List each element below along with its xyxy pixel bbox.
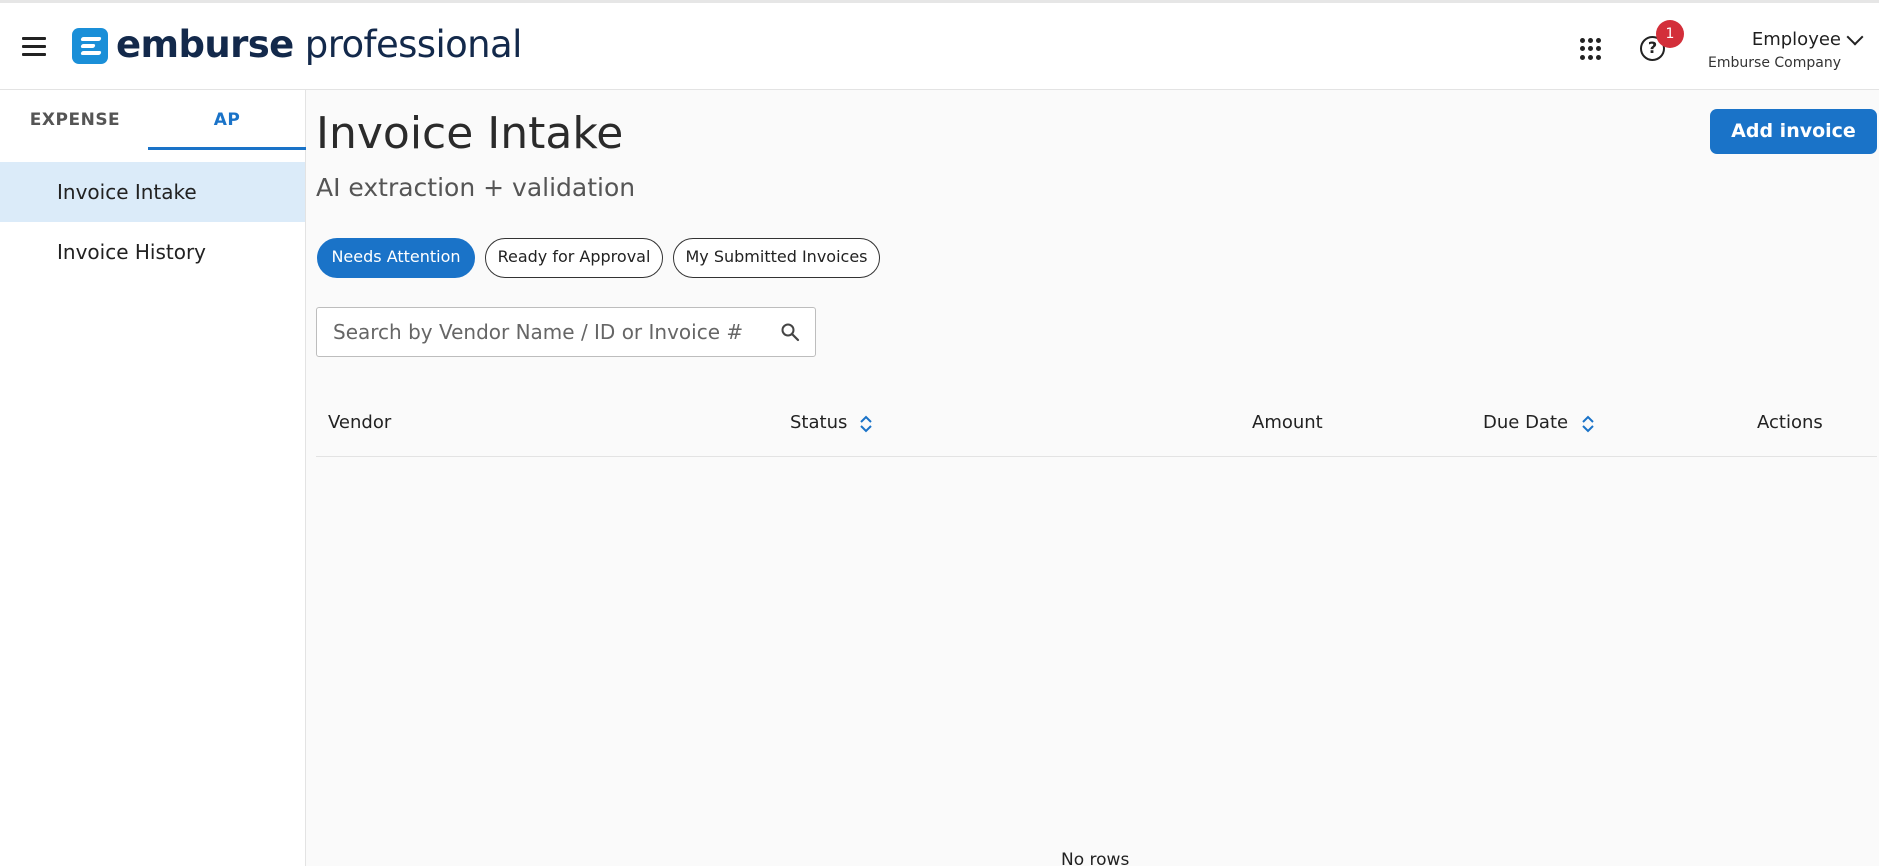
empty-table-message: No rows — [1061, 850, 1130, 866]
search-field — [316, 307, 816, 357]
logo-bold: emburse — [116, 23, 294, 66]
hamburger-menu-icon[interactable] — [22, 37, 50, 59]
sidebar-item-invoice-intake[interactable]: Invoice Intake — [0, 162, 305, 222]
search-input[interactable] — [333, 308, 753, 355]
user-company: Emburse Company — [1708, 55, 1841, 71]
user-menu-name[interactable]: Employee — [1752, 29, 1841, 50]
sidebar: EXPENSE AP Invoice Intake Invoice Histor… — [0, 90, 306, 866]
app-header: emburse professional ? 1 Employee Emburs… — [0, 3, 1879, 90]
column-status[interactable]: Status — [790, 412, 847, 433]
filter-ready-for-approval[interactable]: Ready for Approval — [485, 238, 663, 278]
chevron-down-icon[interactable] — [1846, 28, 1864, 46]
page-subtitle: AI extraction + validation — [316, 173, 636, 202]
sort-icon[interactable] — [1581, 414, 1595, 434]
logo-light: professional — [293, 23, 523, 66]
sidebar-item-invoice-history[interactable]: Invoice History — [0, 222, 305, 282]
logo-mark-icon — [72, 28, 108, 64]
column-actions: Actions — [1757, 412, 1823, 433]
column-amount: Amount — [1252, 412, 1323, 433]
main-content: Invoice Intake AI extraction + validatio… — [306, 90, 1879, 866]
logo-text: emburse professional — [116, 21, 522, 69]
tab-expense[interactable]: EXPENSE — [0, 90, 150, 150]
search-icon[interactable] — [780, 322, 800, 342]
apps-grid-icon[interactable] — [1580, 38, 1602, 60]
sort-icon[interactable] — [859, 414, 873, 434]
column-vendor: Vendor — [328, 412, 392, 433]
notification-badge[interactable]: 1 — [1656, 20, 1684, 48]
filter-needs-attention[interactable]: Needs Attention — [317, 238, 475, 278]
column-due-date[interactable]: Due Date — [1483, 412, 1568, 433]
filter-my-submitted-invoices[interactable]: My Submitted Invoices — [673, 238, 880, 278]
page-title: Invoice Intake — [316, 108, 624, 159]
table-header: Vendor Status Amount Due Date Actions — [316, 390, 1877, 457]
tab-ap[interactable]: AP — [148, 90, 306, 150]
add-invoice-button[interactable]: Add invoice — [1710, 109, 1877, 154]
